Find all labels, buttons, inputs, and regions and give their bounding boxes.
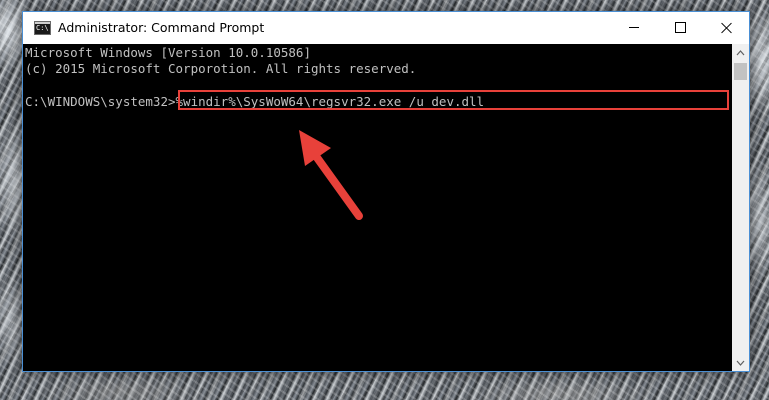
icon-label: C:\ <box>36 24 49 32</box>
title-bar[interactable]: C:\ Administrator: Command Prompt <box>23 12 749 44</box>
scroll-up-button[interactable] <box>732 44 749 61</box>
scroll-thumb[interactable] <box>734 63 747 80</box>
command-prompt-icon: C:\ <box>34 21 51 35</box>
maximize-button[interactable] <box>657 12 703 43</box>
chevron-down-icon <box>736 360 745 366</box>
command-highlight-box <box>178 90 729 110</box>
scroll-down-button[interactable] <box>732 354 749 371</box>
command-prompt-window[interactable]: C:\ Administrator: Command Prompt Micros… <box>22 11 750 372</box>
minimize-icon <box>629 27 639 28</box>
pointer-arrow-icon <box>299 130 363 220</box>
window-title: Administrator: Command Prompt <box>58 20 265 35</box>
version-line: Microsoft Windows [Version 10.0.10586] <box>25 45 311 60</box>
copyright-line: (c) 2015 Microsoft Corporotion. All righ… <box>25 61 417 76</box>
close-button[interactable] <box>703 12 749 43</box>
minimize-button[interactable] <box>611 12 657 43</box>
vertical-scrollbar[interactable] <box>732 44 749 371</box>
chevron-up-icon <box>736 49 745 55</box>
close-icon <box>721 22 732 33</box>
console-output[interactable]: Microsoft Windows [Version 10.0.10586] (… <box>23 44 732 371</box>
prompt-text: C:\WINDOWS\system32> <box>25 94 176 109</box>
maximize-icon <box>674 22 686 33</box>
